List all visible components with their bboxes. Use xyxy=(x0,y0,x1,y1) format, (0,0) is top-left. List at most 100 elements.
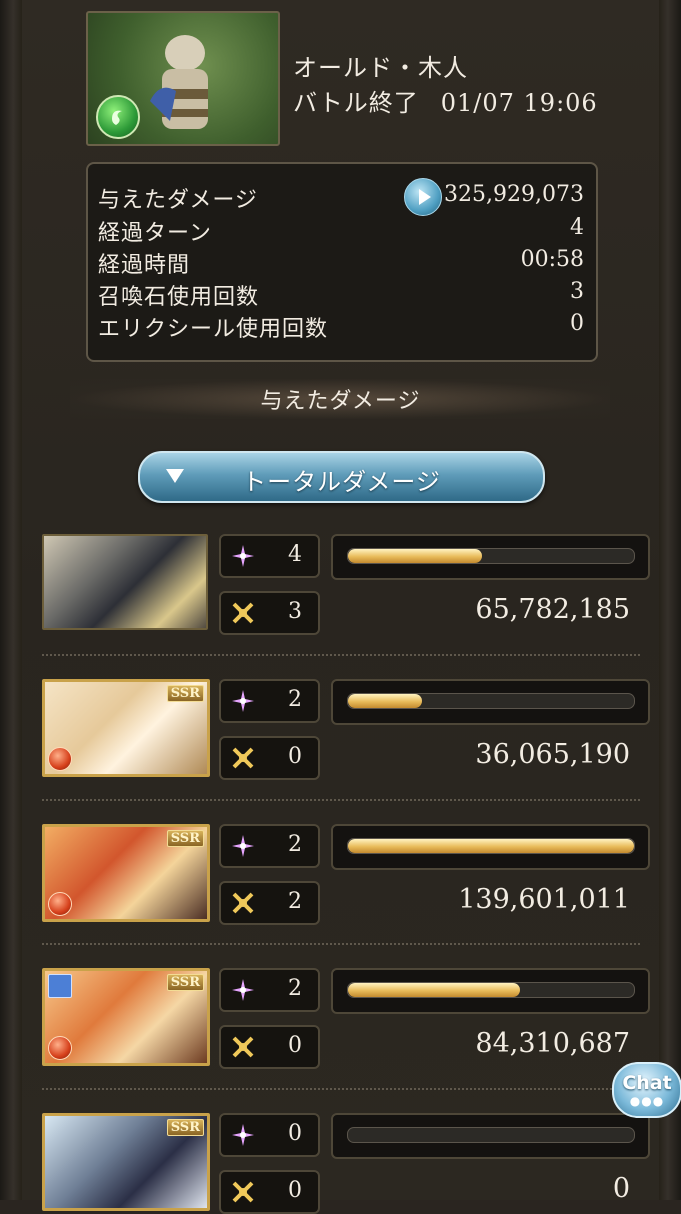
stat-value: 00:58 xyxy=(520,247,584,272)
stat-label: 召喚石使用回数 xyxy=(98,285,260,310)
fire-element-icon xyxy=(48,747,72,771)
stat-row-time: 経過時間 00:58 xyxy=(98,247,584,279)
sparkle-icon xyxy=(232,1124,254,1146)
chat-button[interactable]: Chat ●●● xyxy=(612,1062,681,1118)
ougi-count: 0 xyxy=(288,1033,302,1058)
section-title: 与えたダメージ xyxy=(260,389,421,414)
damage-bar-fill xyxy=(348,549,483,563)
damage-value: 36,065,190 xyxy=(475,739,630,770)
character-portrait[interactable]: SSR xyxy=(42,679,210,777)
damage-bar xyxy=(331,534,650,580)
character-portrait[interactable]: SSR xyxy=(42,1113,210,1211)
ssr-badge: SSR xyxy=(166,685,204,702)
skill-count: 4 xyxy=(288,542,302,567)
ougi-count: 0 xyxy=(288,1178,302,1203)
skill-counter: 4 xyxy=(219,534,320,578)
damage-bar-track xyxy=(347,1127,635,1143)
stat-label: 経過ターン xyxy=(98,221,212,246)
chat-dots: ●●● xyxy=(629,1094,665,1108)
damage-value: 65,782,185 xyxy=(475,594,630,625)
swords-icon xyxy=(232,602,254,624)
stat-label: 与えたダメージ xyxy=(98,188,258,213)
stat-value: 325,929,073 xyxy=(444,182,584,207)
ougi-count: 3 xyxy=(288,599,302,624)
row-divider xyxy=(42,654,640,656)
character-row: 4 3 65,782,185 xyxy=(42,534,650,635)
skill-count: 2 xyxy=(288,832,302,857)
character-row: SSR 2 2 139,601,011 xyxy=(42,824,650,925)
status-text: バトル終了 xyxy=(293,89,419,117)
skill-count: 2 xyxy=(288,976,302,1001)
damage-bar xyxy=(331,824,650,870)
ougi-count: 2 xyxy=(288,889,302,914)
damage-bar xyxy=(331,968,650,1014)
ssr-badge: SSR xyxy=(166,974,204,991)
play-icon[interactable] xyxy=(404,178,442,216)
ssr-badge: SSR xyxy=(166,830,204,847)
character-portrait[interactable] xyxy=(42,534,208,630)
damage-value: 0 xyxy=(612,1173,630,1204)
swords-icon xyxy=(232,747,254,769)
stat-row-turns: 経過ターン 4 xyxy=(98,215,584,247)
stat-label: 経過時間 xyxy=(98,253,191,278)
skill-counter: 0 xyxy=(219,1113,320,1157)
ougi-counter: 3 xyxy=(219,591,320,635)
fire-element-icon xyxy=(48,1036,72,1060)
stat-value: 4 xyxy=(570,215,584,240)
stat-row-summons: 召喚石使用回数 3 xyxy=(98,279,584,311)
sparkle-icon xyxy=(232,979,254,1001)
character-row: SSR 2 0 84,310,687 xyxy=(42,968,650,1069)
ring-icon xyxy=(48,974,72,998)
damage-type-dropdown[interactable]: トータルダメージ xyxy=(138,451,545,503)
row-divider xyxy=(42,799,640,801)
swords-icon xyxy=(232,892,254,914)
training-dummy-image xyxy=(150,35,208,129)
wind-element-icon xyxy=(96,95,140,139)
skill-count: 0 xyxy=(288,1121,302,1146)
damage-bar-fill xyxy=(348,983,520,997)
damage-value: 139,601,011 xyxy=(458,884,630,915)
sparkle-icon xyxy=(232,545,254,567)
ougi-counter: 0 xyxy=(219,736,320,780)
damage-bar-fill xyxy=(348,839,634,853)
fire-element-icon xyxy=(48,892,72,916)
swords-icon xyxy=(232,1036,254,1058)
ougi-counter: 2 xyxy=(219,881,320,925)
character-portrait[interactable]: SSR xyxy=(42,968,210,1066)
boss-thumbnail xyxy=(86,11,280,146)
damage-bar-track xyxy=(347,548,635,564)
swords-icon xyxy=(232,1181,254,1203)
skill-counter: 2 xyxy=(219,679,320,723)
dropdown-label: トータルダメージ xyxy=(242,468,441,496)
stat-value: 0 xyxy=(570,311,584,336)
skill-count: 2 xyxy=(288,687,302,712)
damage-bar-track xyxy=(347,982,635,998)
damage-bar-track xyxy=(347,838,635,854)
battle-status: バトル終了 01/07 19:06 xyxy=(293,83,598,118)
damage-bar-fill xyxy=(348,694,423,708)
damage-bar-track xyxy=(347,693,635,709)
ougi-counter: 0 xyxy=(219,1170,320,1214)
ougi-count: 0 xyxy=(288,744,302,769)
stat-label: エリクシール使用回数 xyxy=(98,317,329,342)
sparkle-icon xyxy=(232,835,254,857)
left-frame xyxy=(0,0,22,1200)
sparkle-icon xyxy=(232,690,254,712)
right-frame xyxy=(659,0,681,1200)
stat-row-elixirs: エリクシール使用回数 0 xyxy=(98,311,584,343)
stat-row-damage: 与えたダメージ 325,929,073 xyxy=(98,178,584,216)
damage-bar xyxy=(331,679,650,725)
ssr-badge: SSR xyxy=(166,1119,204,1136)
damage-bar xyxy=(331,1113,650,1159)
chat-label: Chat xyxy=(622,1072,672,1094)
skill-counter: 2 xyxy=(219,824,320,868)
ougi-counter: 0 xyxy=(219,1025,320,1069)
skill-counter: 2 xyxy=(219,968,320,1012)
character-row: SSR 0 0 0 xyxy=(42,1113,650,1214)
boss-name: オールド・木人 xyxy=(293,54,468,82)
battle-datetime: 01/07 19:06 xyxy=(440,89,598,117)
stat-value: 3 xyxy=(570,279,584,304)
row-divider xyxy=(42,1088,640,1090)
character-row: SSR 2 0 36,065,190 xyxy=(42,679,650,780)
character-portrait[interactable]: SSR xyxy=(42,824,210,922)
